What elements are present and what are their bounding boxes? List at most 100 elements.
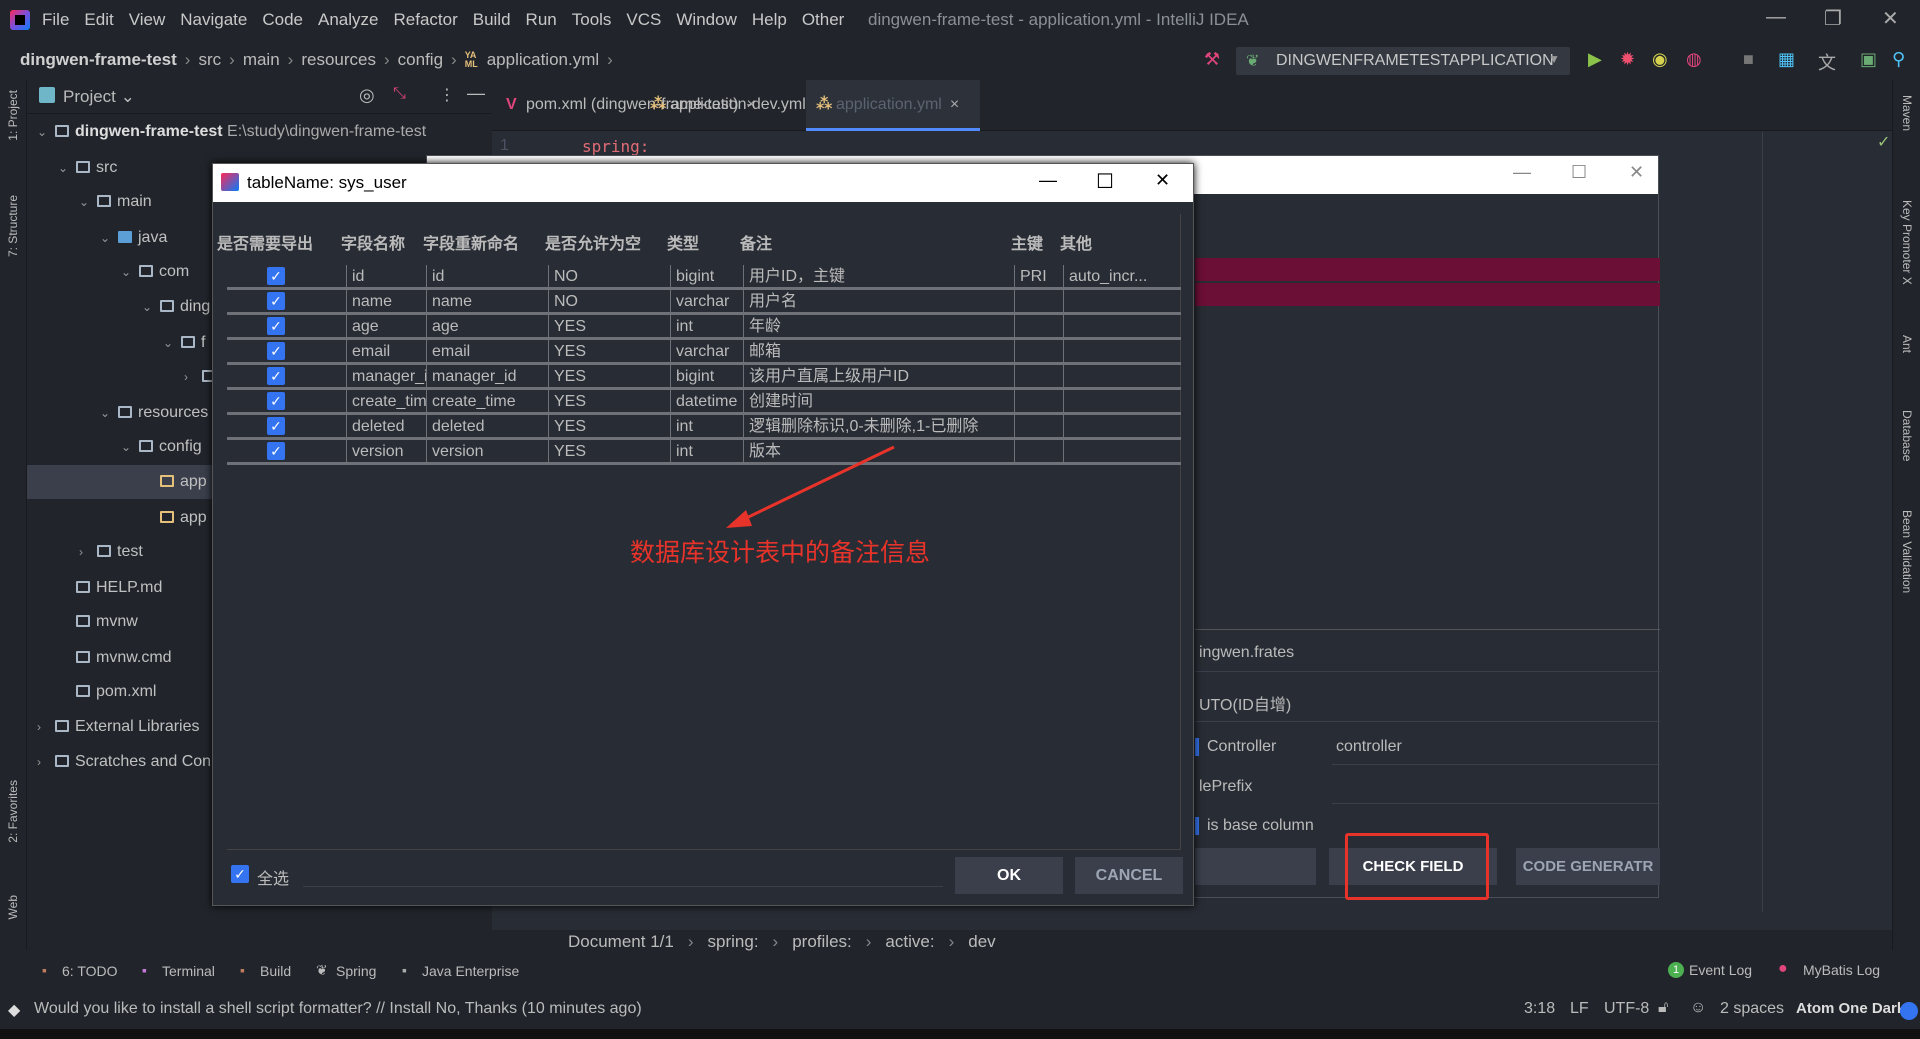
chevron-right-icon[interactable]: › bbox=[37, 710, 55, 744]
column-header[interactable]: 其他 bbox=[1060, 230, 1092, 254]
yaml-path-item[interactable]: profiles: bbox=[792, 932, 852, 952]
column-header[interactable]: 类型 bbox=[667, 230, 699, 254]
controller-input[interactable]: controller bbox=[1336, 738, 1402, 756]
restore-icon[interactable]: ❐ bbox=[1824, 6, 1842, 31]
caret-position[interactable]: 3:18 bbox=[1524, 1000, 1555, 1018]
field-name-cell[interactable]: deleted bbox=[346, 415, 426, 437]
export-checkbox[interactable]: ✓ bbox=[267, 367, 285, 385]
menu-navigate[interactable]: Navigate bbox=[180, 10, 247, 30]
line-separator[interactable]: LF bbox=[1570, 1000, 1589, 1018]
tool-window-database[interactable]: Database bbox=[1900, 410, 1914, 461]
field-name-cell[interactable]: id bbox=[346, 265, 426, 287]
indent-setting[interactable]: 2 spaces bbox=[1720, 1000, 1784, 1018]
hide-panel-icon[interactable]: — bbox=[467, 83, 485, 104]
mybatis-log-button[interactable]: MyBatis Log bbox=[1803, 962, 1880, 978]
table-row[interactable]: ✓ version version YES int 版本 bbox=[227, 440, 1181, 465]
tool-window-terminal[interactable]: Terminal bbox=[162, 963, 215, 979]
menu-tools[interactable]: Tools bbox=[572, 10, 612, 30]
menu-analyze[interactable]: Analyze bbox=[318, 10, 378, 30]
column-header[interactable]: 字段名称 bbox=[341, 230, 405, 254]
tool-window-build[interactable]: Build bbox=[260, 963, 291, 979]
tool-window-structure[interactable]: 7: Structure bbox=[6, 195, 20, 257]
yaml-path-item[interactable]: active: bbox=[885, 932, 934, 952]
column-header[interactable]: 字段重新命名 bbox=[423, 230, 519, 254]
ok-button[interactable]: OK bbox=[955, 857, 1063, 894]
minimize-icon[interactable]: — bbox=[1766, 6, 1786, 29]
tool-window-key-promoter[interactable]: Key Promoter X bbox=[1900, 200, 1914, 285]
export-checkbox[interactable]: ✓ bbox=[267, 267, 285, 285]
theme-name[interactable]: Atom One Dark bbox=[1792, 998, 1910, 1019]
chevron-down-icon[interactable]: ⌄ bbox=[100, 221, 118, 255]
base-column-checkbox[interactable] bbox=[1195, 817, 1199, 835]
tool-window-ant[interactable]: Ant bbox=[1900, 335, 1914, 353]
debug-icon[interactable]: ✹ bbox=[1620, 49, 1635, 70]
tool-window-java-enterprise[interactable]: Java Enterprise bbox=[422, 963, 519, 979]
menu-build[interactable]: Build bbox=[473, 10, 511, 30]
cancel-button[interactable]: CANCEL bbox=[1075, 857, 1183, 894]
menu-vcs[interactable]: VCS bbox=[626, 10, 661, 30]
table-row[interactable]: ✓ name name NO varchar 用户名 bbox=[227, 290, 1181, 315]
highlighted-row[interactable] bbox=[1195, 283, 1660, 306]
field-name-cell[interactable]: manager_id bbox=[346, 365, 426, 387]
package-field[interactable]: ingwen.frates bbox=[1199, 644, 1294, 662]
yaml-path-item[interactable]: Document 1/1 bbox=[568, 932, 674, 952]
breadcrumb-item[interactable]: resources bbox=[301, 50, 376, 70]
profiler-icon[interactable]: ◍ bbox=[1686, 49, 1702, 70]
close-tab-icon[interactable]: × bbox=[950, 96, 959, 113]
maximize-icon[interactable]: ☐ bbox=[1571, 162, 1587, 183]
field-name-cell[interactable]: create_time bbox=[346, 390, 426, 412]
field-name-cell[interactable]: version bbox=[346, 440, 426, 462]
table-row[interactable]: ✓manager_idmanager_idYESbigint该用户直属上级用户I… bbox=[227, 365, 1181, 390]
breadcrumb-item[interactable]: application.yml bbox=[487, 50, 599, 70]
yaml-path-item[interactable]: spring: bbox=[708, 932, 759, 952]
column-header[interactable]: 主键 bbox=[1011, 230, 1043, 254]
menu-view[interactable]: View bbox=[129, 10, 166, 30]
menu-edit[interactable]: Edit bbox=[84, 10, 113, 30]
lock-icon[interactable]: 🔓︎ bbox=[1658, 999, 1668, 1017]
run-config-select[interactable]: ❦ DINGWENFRAMETESTAPPLICATION ▼ bbox=[1236, 47, 1570, 75]
event-log-button[interactable]: Event Log bbox=[1689, 962, 1752, 978]
table-row[interactable]: ✓ id id NO bigint 用户ID，主键 PRI auto_incr... bbox=[227, 265, 1181, 290]
stop-icon[interactable]: ■ bbox=[1743, 49, 1754, 70]
tool-window-bean-validation[interactable]: Bean Validation bbox=[1900, 510, 1914, 593]
inspector-icon[interactable]: ☺ bbox=[1690, 999, 1706, 1017]
table-row[interactable]: ✓ age age YES int 年龄 bbox=[227, 315, 1181, 340]
layout-grid-icon[interactable]: ▦ bbox=[1778, 49, 1795, 70]
code-generate-button[interactable]: CODE GENERATR bbox=[1516, 848, 1660, 885]
close-icon[interactable]: ✕ bbox=[1155, 170, 1170, 191]
id-type-select[interactable]: UTO(ID自增) bbox=[1199, 691, 1291, 715]
menu-run[interactable]: Run bbox=[526, 10, 557, 30]
menu-file[interactable]: File bbox=[42, 10, 69, 30]
export-checkbox[interactable]: ✓ bbox=[267, 342, 285, 360]
close-icon[interactable]: ✕ bbox=[1629, 162, 1644, 183]
run-icon[interactable]: ▶ bbox=[1588, 49, 1602, 70]
menu-other[interactable]: Other bbox=[802, 10, 845, 30]
export-checkbox[interactable]: ✓ bbox=[267, 392, 285, 410]
yaml-path-item[interactable]: dev bbox=[968, 932, 995, 952]
project-view-select[interactable]: Project ⌄ bbox=[63, 87, 135, 107]
breadcrumb-item[interactable]: src bbox=[198, 50, 221, 70]
chevron-right-icon[interactable]: › bbox=[37, 745, 55, 779]
chevron-down-icon[interactable]: ⌄ bbox=[58, 151, 76, 185]
translate-icon[interactable]: 文 bbox=[1818, 49, 1836, 75]
options-icon[interactable]: ⋮ bbox=[439, 85, 455, 105]
menu-help[interactable]: Help bbox=[752, 10, 787, 30]
chevron-right-icon[interactable]: › bbox=[184, 360, 202, 394]
export-checkbox[interactable]: ✓ bbox=[267, 292, 285, 310]
column-header[interactable]: 备注 bbox=[740, 230, 772, 254]
field-name-cell[interactable]: name bbox=[346, 290, 426, 312]
export-checkbox[interactable]: ✓ bbox=[267, 442, 285, 460]
tree-item[interactable]: ⌄ dingwen-frame-test E:\study\dingwen-fra… bbox=[27, 115, 492, 149]
field-name-cell[interactable]: email bbox=[346, 340, 426, 362]
breadcrumb-item[interactable]: dingwen-frame-test bbox=[20, 50, 177, 70]
minimize-icon[interactable]: — bbox=[1039, 170, 1057, 191]
column-header[interactable]: 是否允许为空 bbox=[545, 230, 641, 254]
chevron-down-icon[interactable]: ⌄ bbox=[121, 430, 139, 464]
search-icon[interactable]: ⚲ bbox=[1892, 49, 1905, 70]
terminal-icon[interactable]: ▣ bbox=[1860, 49, 1877, 70]
coverage-icon[interactable]: ◉ bbox=[1652, 49, 1668, 70]
build-hammer-icon[interactable]: ⚒ bbox=[1204, 49, 1220, 70]
tool-window-web[interactable]: Web bbox=[6, 895, 20, 919]
table-row[interactable]: ✓create_timecreate_timeYESdatetime创建时间 bbox=[227, 390, 1181, 415]
tool-window-spring[interactable]: Spring bbox=[336, 963, 376, 979]
